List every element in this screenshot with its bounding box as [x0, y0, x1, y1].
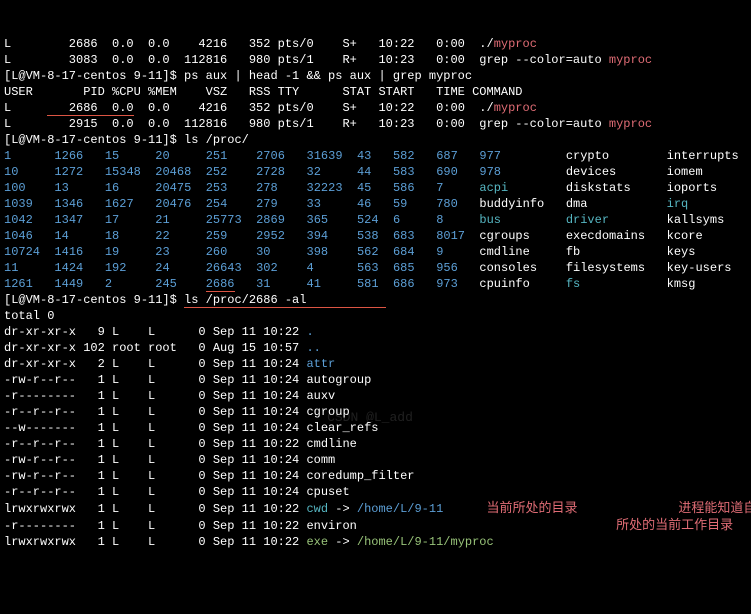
terminal-output[interactable]: L 2686 0.0 0.0 4216 352 pts/0 S+ 10:22 0… [4, 36, 751, 550]
